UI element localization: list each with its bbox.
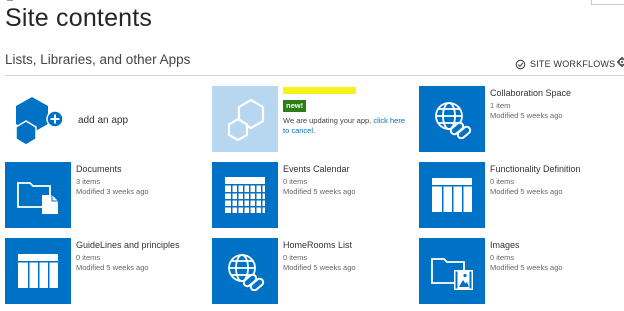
tile-name[interactable]: HomeRooms List [283,240,413,251]
folder-document-icon [17,182,58,214]
tile-item-count: 3 items [76,177,101,186]
page-title: Site contents [5,4,153,32]
app-tile-guidelines-and-principles[interactable]: GuideLines and principles 0 items Modifi… [5,238,205,310]
tile-name[interactable]: Images [490,240,620,251]
list-grid-icon [432,178,472,212]
site-workflows-button[interactable]: SITE WORKFLOWS [515,57,615,71]
title-overline [7,0,13,1]
section-divider [5,75,624,76]
tile-name[interactable]: GuideLines and principles [76,240,206,251]
pending-message-suffix: . [313,126,316,135]
tile-name[interactable]: Documents [76,164,206,175]
app-tile-functionality-definition[interactable]: Functionality Definition 0 items Modifie… [419,162,619,234]
app-tile-homerooms-list[interactable]: HomeRooms List 0 items Modified 5 weeks … [212,238,412,310]
pending-app-message: We are updating your app, click here to … [283,116,413,136]
tile-thumbnail [5,238,71,304]
folder-image-icon [431,258,473,290]
app-tile-collaboration-space[interactable]: Collaboration Space 1 item Modified 5 we… [419,86,619,158]
gear-icon[interactable] [616,56,624,68]
pending-app-thumbnail [212,86,278,152]
tile-item-count: 0 items [490,177,515,186]
tile-modified: Modified 5 weeks ago [283,263,356,272]
globe-link-icon [435,102,472,139]
tile-name[interactable]: Collaboration Space [490,88,620,99]
tile-thumbnail [419,86,485,152]
tile-modified: Modified 5 weeks ago [490,187,563,196]
add-app-button[interactable]: add an app [14,95,164,145]
section-title: Lists, Libraries, and other Apps [5,52,191,67]
tile-name[interactable]: Events Calendar [283,164,413,175]
app-tile-documents[interactable]: Documents 3 items Modified 3 weeks ago [5,162,205,234]
top-right-frame [591,0,624,5]
tile-thumbnail [212,162,278,228]
calendar-icon [225,177,265,213]
tile-item-count: 0 items [283,177,308,186]
tile-thumbnail [5,162,71,228]
tile-item-count: 0 items [76,253,101,262]
tile-name[interactable]: Functionality Definition [490,164,620,175]
workflow-icon [515,59,526,69]
add-app-label: add an app [78,115,129,126]
tile-modified: Modified 5 weeks ago [490,263,563,272]
list-grid-icon [18,254,58,288]
add-app-icon [15,97,64,145]
tile-thumbnail [419,238,485,304]
pending-message-text: We are updating your app, [283,116,374,125]
tile-item-count: 0 items [490,253,515,262]
pending-app-name-highlight [283,87,356,94]
tile-modified: Modified 5 weeks ago [283,187,356,196]
tile-item-count: 1 item [490,101,511,110]
globe-link-icon [228,254,265,291]
hexagon-app-icon [227,98,265,141]
new-badge: new! [283,100,307,112]
app-tile-images[interactable]: Images 0 items Modified 5 weeks ago [419,238,619,310]
site-workflows-label: SITE WORKFLOWS [530,59,616,69]
tile-modified: Modified 5 weeks ago [76,263,149,272]
tile-modified: Modified 5 weeks ago [490,111,563,120]
tile-thumbnail [419,162,485,228]
app-tile-events-calendar[interactable]: Events Calendar 0 items Modified 5 weeks… [212,162,412,234]
tile-item-count: 0 items [283,253,308,262]
tile-thumbnail [212,238,278,304]
tile-modified: Modified 3 weeks ago [76,187,149,196]
